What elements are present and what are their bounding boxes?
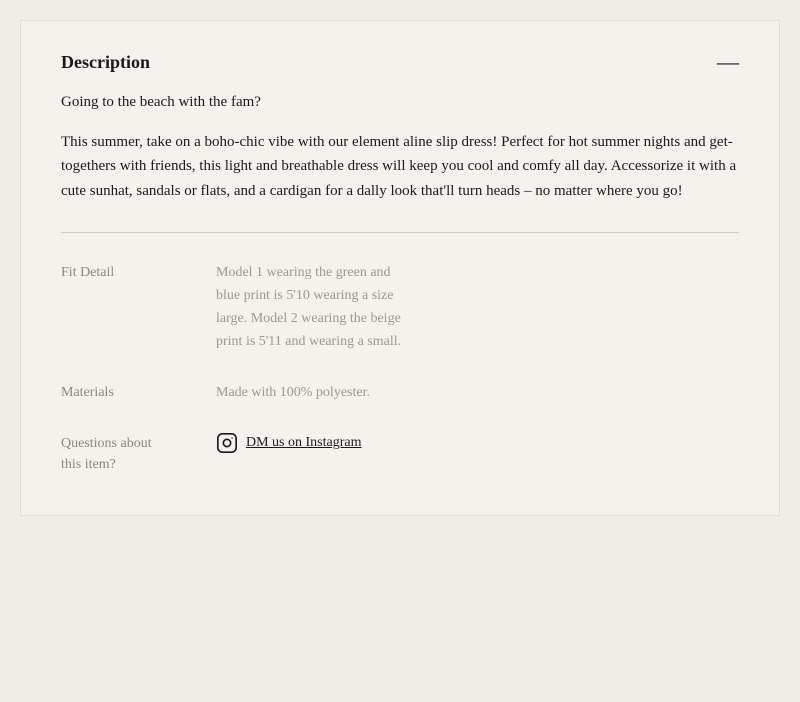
questions-label-line1: Questions about bbox=[61, 436, 152, 451]
section-divider bbox=[61, 232, 739, 233]
collapse-icon[interactable]: — bbox=[717, 51, 739, 73]
description-body: This summer, take on a boho-chic vibe wi… bbox=[61, 130, 739, 204]
instagram-link[interactable]: DM us on Instagram bbox=[246, 435, 362, 451]
fit-detail-value: Model 1 wearing the green and blue print… bbox=[216, 261, 416, 353]
fit-detail-row: Fit Detail Model 1 wearing the green and… bbox=[61, 261, 739, 353]
fit-detail-label: Fit Detail bbox=[61, 261, 216, 283]
description-header: Description — bbox=[61, 51, 739, 73]
materials-value: Made with 100% polyester. bbox=[216, 381, 370, 404]
instagram-icon bbox=[216, 432, 238, 454]
description-intro: Going to the beach with the fam? bbox=[61, 91, 739, 114]
product-description-card: Description — Going to the beach with th… bbox=[20, 20, 780, 516]
description-title: Description bbox=[61, 52, 150, 73]
questions-row: Questions about this item? DM us on Inst… bbox=[61, 432, 739, 475]
materials-label: Materials bbox=[61, 381, 216, 403]
instagram-link-area[interactable]: DM us on Instagram bbox=[216, 432, 362, 454]
questions-label: Questions about this item? bbox=[61, 432, 216, 475]
materials-row: Materials Made with 100% polyester. bbox=[61, 381, 739, 404]
details-section: Fit Detail Model 1 wearing the green and… bbox=[61, 261, 739, 475]
questions-label-line2: this item? bbox=[61, 457, 116, 472]
